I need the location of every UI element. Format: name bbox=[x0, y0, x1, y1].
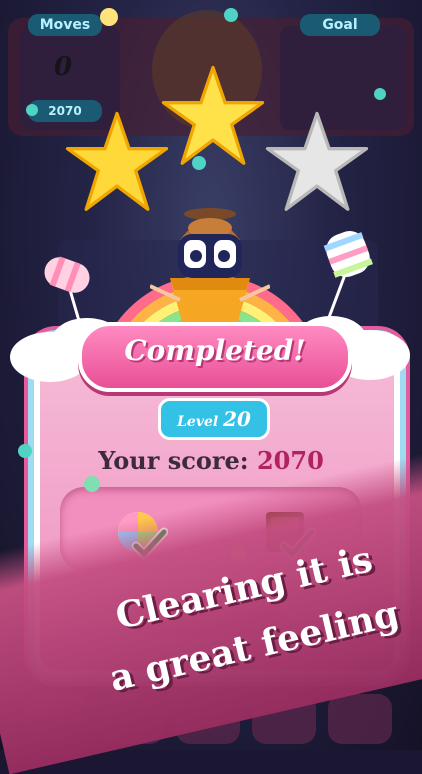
score-label: Your score: bbox=[98, 446, 249, 475]
level-label: Level bbox=[177, 414, 219, 430]
level-badge: Level 20 bbox=[158, 398, 270, 440]
star-2-icon bbox=[161, 65, 265, 165]
lollipop-candy-decoration bbox=[84, 476, 100, 492]
star-3-icon bbox=[265, 111, 369, 211]
title-banner: Completed! bbox=[78, 322, 352, 392]
goal-label: Goal bbox=[300, 14, 380, 36]
lollipop-candy-decoration bbox=[26, 104, 38, 116]
marshmallow-right-icon bbox=[323, 230, 373, 321]
moves-label: Moves bbox=[28, 14, 102, 36]
lollipop-candy-decoration bbox=[374, 88, 386, 100]
moves-value: 0 bbox=[54, 52, 73, 82]
lollipop-candy-decoration bbox=[224, 8, 238, 22]
cupcake-mascot-icon bbox=[150, 208, 270, 322]
booster-4-button[interactable] bbox=[328, 694, 392, 744]
lollipop-candy-decoration bbox=[18, 444, 32, 458]
lollipop-candy-decoration bbox=[192, 156, 206, 170]
level-number: 20 bbox=[223, 407, 251, 431]
lollipop-candy-decoration bbox=[100, 8, 118, 26]
dialog-title: Completed! bbox=[124, 334, 306, 367]
score-value: 2070 bbox=[256, 446, 324, 475]
